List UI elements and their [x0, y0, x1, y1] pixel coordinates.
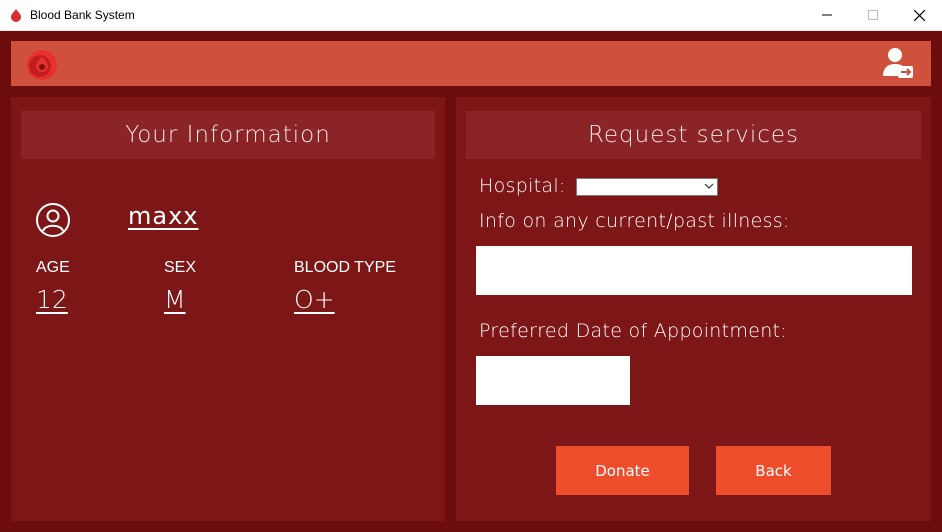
request-services-title: Request services	[466, 111, 921, 159]
app-body: Your Information maxx AGE 12 SEX M BLOOD…	[0, 31, 942, 532]
your-information-panel: Your Information maxx AGE 12 SEX M BLOOD…	[11, 97, 445, 521]
maximize-icon	[868, 10, 878, 20]
maximize-button[interactable]	[850, 0, 896, 30]
donate-button[interactable]: Donate	[556, 446, 689, 495]
appointment-date-input[interactable]	[476, 356, 630, 405]
hospital-select[interactable]	[576, 178, 718, 196]
window-title: Blood Bank System	[30, 8, 135, 22]
minimize-button[interactable]	[804, 0, 850, 30]
window-titlebar: Blood Bank System	[0, 0, 942, 31]
blood-type-value: O+	[294, 285, 335, 314]
age-label: AGE	[36, 259, 70, 276]
close-button[interactable]	[896, 0, 942, 30]
chevron-down-icon	[704, 183, 714, 189]
your-information-title: Your Information	[21, 111, 435, 159]
hospital-label: Hospital:	[479, 175, 566, 197]
header-bar	[11, 41, 931, 86]
blood-drop-icon	[11, 9, 21, 22]
illness-input[interactable]	[476, 246, 912, 295]
username: maxx	[128, 202, 199, 230]
sex-value: M	[164, 285, 186, 314]
close-icon	[913, 9, 925, 21]
user-switch-icon[interactable]	[881, 46, 915, 82]
blood-drop-logo-icon	[27, 50, 57, 80]
illness-label: Info on any current/past illness:	[479, 210, 790, 232]
minimize-icon	[822, 14, 832, 16]
appointment-date-label: Preferred Date of Appointment:	[479, 320, 787, 342]
age-value: 12	[36, 285, 68, 314]
request-services-panel: Request services Hospital: Info on any c…	[456, 97, 931, 521]
sex-label: SEX	[164, 259, 197, 276]
user-avatar-icon	[36, 203, 70, 237]
blood-type-label: BLOOD TYPE	[294, 259, 396, 276]
back-button[interactable]: Back	[716, 446, 831, 495]
